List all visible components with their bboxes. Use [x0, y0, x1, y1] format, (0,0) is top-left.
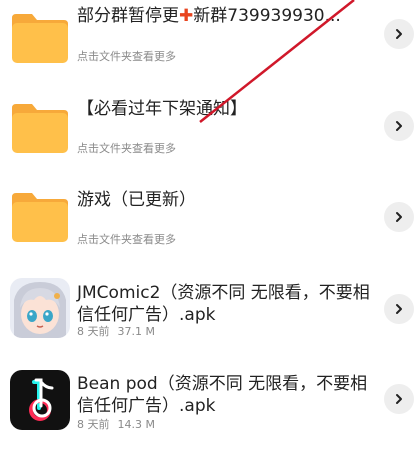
file-meta: 8 天前 37.1 M — [77, 323, 155, 339]
folder-title: 【必看过年下架通知】 — [77, 99, 247, 119]
folder-icon — [12, 104, 68, 153]
list-item-folder[interactable]: 【必看过年下架通知】 点击文件夹查看更多 — [0, 88, 416, 174]
chevron-right-icon[interactable] — [384, 384, 414, 414]
plus-icon: ✚ — [179, 6, 194, 26]
list-item-file[interactable]: Bean pod（资源不同 无限看，不要相信任何广告）.apk 8 天前 14.3… — [0, 364, 416, 450]
folder-title: 游戏（已更新） — [77, 190, 196, 210]
file-title: Bean pod（资源不同 无限看，不要相信任何广告）.apk — [77, 374, 368, 416]
folder-hint: 点击文件夹查看更多 — [77, 50, 176, 63]
folder-hint: 点击文件夹查看更多 — [77, 233, 176, 246]
file-list: 部分群暂停更✚新群739939930... 点击文件夹查看更多 【必看过年下架通… — [0, 0, 416, 450]
folder-title: 部分群暂停更✚新群739939930... — [77, 6, 341, 26]
folder-hint: 点击文件夹查看更多 — [77, 142, 176, 155]
list-item-folder[interactable]: 部分群暂停更✚新群739939930... 点击文件夹查看更多 — [0, 0, 416, 85]
list-item-folder[interactable]: 游戏（已更新） 点击文件夹查看更多 — [0, 177, 416, 263]
anime-girl-app-icon — [10, 278, 70, 338]
folder-icon — [12, 14, 68, 63]
chevron-right-icon[interactable] — [384, 294, 414, 324]
file-meta: 8 天前 14.3 M — [77, 416, 155, 432]
file-time: 8 天前 — [77, 418, 110, 431]
file-time: 8 天前 — [77, 325, 110, 338]
file-title: JMComic2（资源不同 无限看，不要相信任何广告）.apk — [77, 283, 370, 325]
file-size: 37.1 M — [117, 325, 155, 338]
chevron-right-icon[interactable] — [384, 202, 414, 232]
file-size: 14.3 M — [117, 418, 155, 431]
bean-pod-app-icon — [10, 370, 70, 430]
folder-icon — [12, 193, 68, 242]
chevron-right-icon[interactable] — [384, 111, 414, 141]
chevron-right-icon[interactable] — [384, 19, 414, 49]
list-item-file[interactable]: JMComic2（资源不同 无限看，不要相信任何广告）.apk 8 天前 37.1… — [0, 270, 416, 360]
